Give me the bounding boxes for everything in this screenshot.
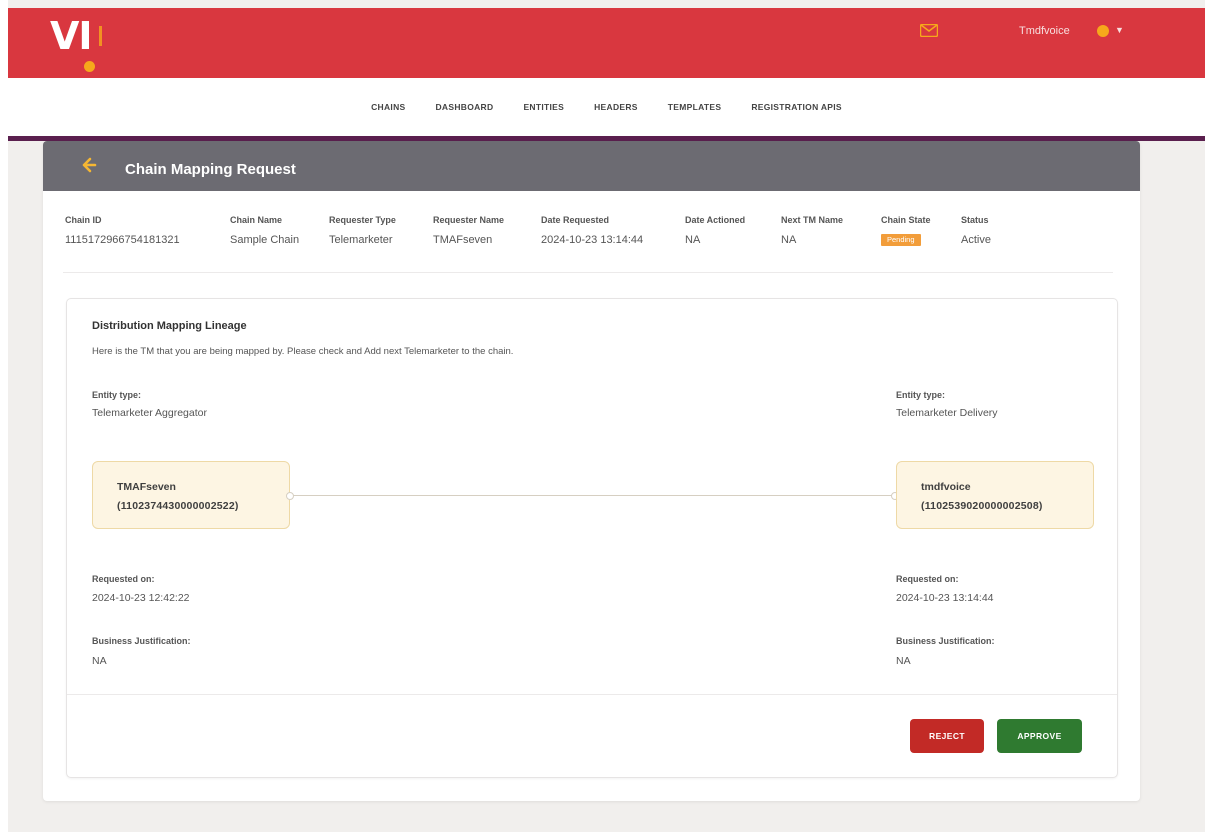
right-requested-on-label: Requested on: [896,574,959,584]
left-requested-on-label: Requested on: [92,574,155,584]
chain-id-value: 1115172966754181321 [65,234,180,246]
nav-chains[interactable]: CHAINS [371,102,405,112]
status-badge: Pending [881,234,921,246]
right-justification: NA [896,655,911,667]
nav-headers[interactable]: HEADERS [594,102,638,112]
user-name[interactable]: Tmdfvoice [1019,25,1070,37]
node-name: tmdfvoice [921,481,971,493]
left-justification: NA [92,655,107,667]
requester-type-label: Requester Type [329,215,396,225]
lineage-title: Distribution Mapping Lineage [92,320,247,332]
nav-templates[interactable]: TEMPLATES [668,102,722,112]
lineage-node-target[interactable]: tmdfvoice (1102539020000002508) [896,461,1094,529]
chain-state-label: Chain State [881,215,931,225]
node-name: TMAFseven [117,481,176,493]
next-tm-name-value: NA [781,234,797,246]
mail-icon[interactable] [920,24,938,37]
left-requested-on: 2024-10-23 12:42:22 [92,592,190,604]
lineage-node-source[interactable]: TMAFseven (1102374430000002522) [92,461,290,529]
lineage-description: Here is the TM that you are being mapped… [92,346,514,357]
page-title: Chain Mapping Request [125,161,296,178]
logo-text: VI [50,14,93,58]
logo-accent [99,26,102,46]
right-justification-label: Business Justification: [896,636,995,646]
right-requested-on: 2024-10-23 13:14:44 [896,592,994,604]
right-entity-type-label: Entity type: [896,390,946,400]
status-value: Active [961,234,991,246]
page-edge [0,0,8,832]
back-arrow-icon[interactable] [81,157,97,173]
left-entity-type-label: Entity type: [92,390,142,400]
lineage-connector [288,495,896,496]
next-tm-name-label: Next TM Name [781,215,844,225]
chain-mapping-card: Chain Mapping Request Chain ID 111517296… [43,141,1140,801]
brand-logo[interactable]: VI [50,14,110,74]
date-requested-value: 2024-10-23 13:14:44 [541,234,644,246]
logo-dot [84,61,95,72]
divider [63,272,1113,273]
requester-type-value: Telemarketer [329,234,393,246]
chain-name-label: Chain Name [230,215,283,225]
node-id: (1102539020000002508) [921,500,1043,512]
top-bar: VI Tmdfvoice ▼ [8,8,1205,78]
actions-divider [67,694,1117,695]
left-entity-type: Telemarketer Aggregator [92,407,207,419]
main-nav: CHAINS DASHBOARD ENTITIES HEADERS TEMPLA… [8,78,1205,136]
connector-dot-start [286,492,294,500]
reject-button[interactable]: REJECT [910,719,984,753]
left-justification-label: Business Justification: [92,636,191,646]
user-avatar-icon[interactable] [1097,25,1109,37]
card-header: Chain Mapping Request [43,141,1140,191]
nav-registration-apis[interactable]: REGISTRATION APIS [751,102,842,112]
requester-name-label: Requester Name [433,215,505,225]
nav-dashboard[interactable]: DASHBOARD [435,102,493,112]
lineage-card: Distribution Mapping Lineage Here is the… [66,298,1118,778]
date-requested-label: Date Requested [541,215,610,225]
right-entity-type: Telemarketer Delivery [896,407,998,419]
chain-id-label: Chain ID [65,215,102,225]
status-label: Status [961,215,989,225]
chain-name-value: Sample Chain [230,234,300,246]
chevron-down-icon[interactable]: ▼ [1115,25,1124,35]
date-actioned-value: NA [685,234,701,246]
requester-name-value: TMAFseven [433,234,493,246]
node-id: (1102374430000002522) [117,500,239,512]
approve-button[interactable]: APPROVE [997,719,1082,753]
nav-entities[interactable]: ENTITIES [523,102,564,112]
date-actioned-label: Date Actioned [685,215,746,225]
